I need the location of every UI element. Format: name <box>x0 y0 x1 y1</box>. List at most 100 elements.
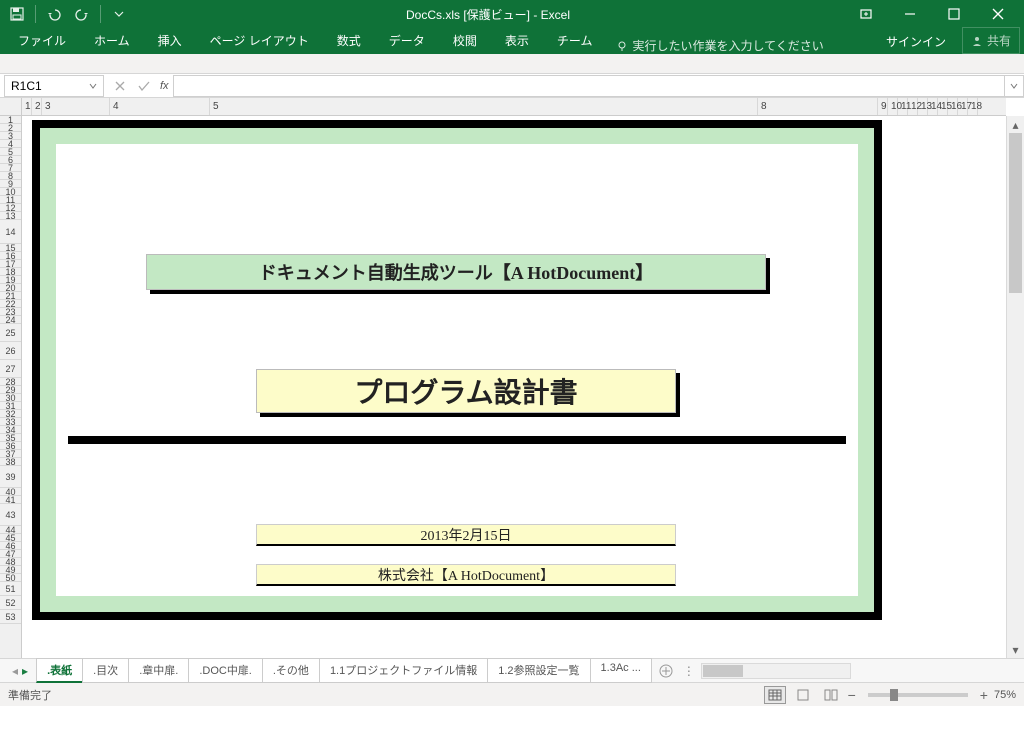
redo-icon[interactable] <box>69 2 95 26</box>
col-header[interactable]: 11 <box>898 98 908 115</box>
sheet-tab[interactable]: .章中扉. <box>128 658 189 683</box>
undo-icon[interactable] <box>41 2 67 26</box>
minimize-icon[interactable] <box>888 0 932 28</box>
cover-frame-mint: ドキュメント自動生成ツール【A HotDocument】 プログラム設計書 20… <box>40 128 874 612</box>
sheet-tab[interactable]: .目次 <box>82 658 129 683</box>
zoom-level[interactable]: 75% <box>994 689 1016 701</box>
tab-view[interactable]: 表示 <box>491 27 543 54</box>
spreadsheet-grid: 1234589101112131415161718 12345678910111… <box>0 98 1024 658</box>
col-header[interactable]: 16 <box>948 98 958 115</box>
share-button[interactable]: 共有 <box>962 27 1020 54</box>
fx-label[interactable]: fx <box>156 80 173 92</box>
qat-customize-icon[interactable] <box>106 2 132 26</box>
zoom-in-icon[interactable]: + <box>980 687 988 703</box>
sheet-tab[interactable]: .DOC中扉. <box>188 658 263 683</box>
cancel-formula-icon[interactable] <box>108 75 132 97</box>
person-icon <box>971 35 983 47</box>
col-header[interactable]: 8 <box>758 98 878 115</box>
row-header[interactable]: 24 <box>0 316 21 324</box>
zoom-out-icon[interactable]: − <box>848 687 856 703</box>
row-header[interactable]: 27 <box>0 360 21 378</box>
name-box[interactable]: R1C1 <box>4 75 104 97</box>
row-header[interactable]: 25 <box>0 324 21 342</box>
main-title-banner: プログラム設計書 <box>256 369 676 413</box>
sheet-tab[interactable]: 1.2参照設定一覧 <box>487 658 590 683</box>
sheet-content[interactable]: ドキュメント自動生成ツール【A HotDocument】 プログラム設計書 20… <box>22 116 1006 658</box>
scroll-thumb[interactable] <box>1009 133 1022 293</box>
expand-formula-bar-icon[interactable] <box>1004 75 1024 97</box>
sheet-tab-bar: ◂ ▸ .表紙.目次.章中扉..DOC中扉..その他1.1プロジェクトファイル情… <box>0 658 1024 682</box>
lightbulb-icon <box>616 40 628 52</box>
row-header[interactable]: 39 <box>0 466 21 488</box>
maximize-icon[interactable] <box>932 0 976 28</box>
scroll-up-icon[interactable]: ▴ <box>1007 116 1024 133</box>
sheet-tab[interactable]: 1.1プロジェクトファイル情報 <box>319 658 488 683</box>
tab-formulas[interactable]: 数式 <box>323 27 375 54</box>
col-header[interactable]: 10 <box>888 98 898 115</box>
col-header[interactable]: 12 <box>908 98 918 115</box>
vertical-scrollbar[interactable]: ▴ ▾ <box>1006 116 1024 658</box>
row-header[interactable]: 38 <box>0 458 21 466</box>
row-header[interactable]: 14 <box>0 220 21 244</box>
horizontal-scrollbar[interactable] <box>701 663 851 679</box>
formula-input[interactable] <box>173 75 1004 97</box>
row-header[interactable]: 41 <box>0 496 21 504</box>
tab-review[interactable]: 校閲 <box>439 27 491 54</box>
col-header[interactable]: 18 <box>968 98 978 115</box>
tab-nav-prev-icon[interactable]: ◂ <box>12 664 18 678</box>
col-header[interactable]: 13 <box>918 98 928 115</box>
ribbon-options-icon[interactable] <box>844 0 888 28</box>
col-header[interactable]: 4 <box>110 98 210 115</box>
status-bar: 準備完了 − + 75% <box>0 682 1024 706</box>
row-header[interactable]: 26 <box>0 342 21 360</box>
formula-bar: R1C1 fx <box>0 74 1024 98</box>
cover-frame-black: ドキュメント自動生成ツール【A HotDocument】 プログラム設計書 20… <box>32 120 882 620</box>
normal-view-icon[interactable] <box>764 686 786 704</box>
page-break-view-icon[interactable] <box>820 686 842 704</box>
column-headers[interactable]: 1234589101112131415161718 <box>22 98 1006 116</box>
page-layout-view-icon[interactable] <box>792 686 814 704</box>
zoom-thumb[interactable] <box>890 689 898 701</box>
row-header[interactable]: 51 <box>0 582 21 596</box>
tab-team[interactable]: チーム <box>543 27 607 54</box>
signin-link[interactable]: サインイン <box>876 29 956 54</box>
row-headers[interactable]: 1234567891011121314151617181920212223242… <box>0 116 22 658</box>
tab-file[interactable]: ファイル <box>4 27 80 54</box>
col-header[interactable]: 14 <box>928 98 938 115</box>
zoom-slider[interactable] <box>868 693 968 697</box>
sheet-tab[interactable]: .その他 <box>262 658 320 683</box>
col-header[interactable]: 1 <box>22 98 32 115</box>
add-sheet-icon[interactable] <box>655 661 677 681</box>
close-icon[interactable] <box>976 0 1020 28</box>
sheet-tab[interactable]: 1.3Ac ... <box>590 658 652 683</box>
sheet-tab[interactable]: .表紙 <box>36 658 83 683</box>
tab-nav-next-icon[interactable]: ▸ <box>22 664 28 678</box>
row-header[interactable]: 43 <box>0 504 21 526</box>
col-header[interactable]: 15 <box>938 98 948 115</box>
col-header[interactable]: 9 <box>878 98 888 115</box>
row-header[interactable]: 50 <box>0 574 21 582</box>
ribbon-tabs: ファイル ホーム 挿入 ページ レイアウト 数式 データ 校閲 表示 チーム 実… <box>0 28 1024 54</box>
date-box: 2013年2月15日 <box>256 524 676 546</box>
tab-home[interactable]: ホーム <box>80 27 144 54</box>
tab-data[interactable]: データ <box>375 27 439 54</box>
tab-insert[interactable]: 挿入 <box>144 27 196 54</box>
chevron-down-icon <box>89 82 97 90</box>
row-header[interactable]: 53 <box>0 610 21 624</box>
company-box: 株式会社【A HotDocument】 <box>256 564 676 586</box>
row-header[interactable]: 52 <box>0 596 21 610</box>
tab-page-layout[interactable]: ページ レイアウト <box>196 27 323 54</box>
col-header[interactable]: 2 <box>32 98 42 115</box>
enter-formula-icon[interactable] <box>132 75 156 97</box>
tool-title-banner: ドキュメント自動生成ツール【A HotDocument】 <box>146 254 766 290</box>
row-header[interactable]: 13 <box>0 212 21 220</box>
select-all-corner[interactable] <box>0 98 22 116</box>
hscroll-thumb[interactable] <box>703 665 743 677</box>
scroll-down-icon[interactable]: ▾ <box>1007 641 1024 658</box>
save-icon[interactable] <box>4 2 30 26</box>
col-header[interactable]: 3 <box>42 98 110 115</box>
col-header[interactable]: 17 <box>958 98 968 115</box>
tell-me-search[interactable]: 実行したい作業を入力してください <box>616 37 823 54</box>
col-header[interactable]: 5 <box>210 98 758 115</box>
window-title: DocCs.xls [保護ビュー] - Excel <box>132 6 844 23</box>
